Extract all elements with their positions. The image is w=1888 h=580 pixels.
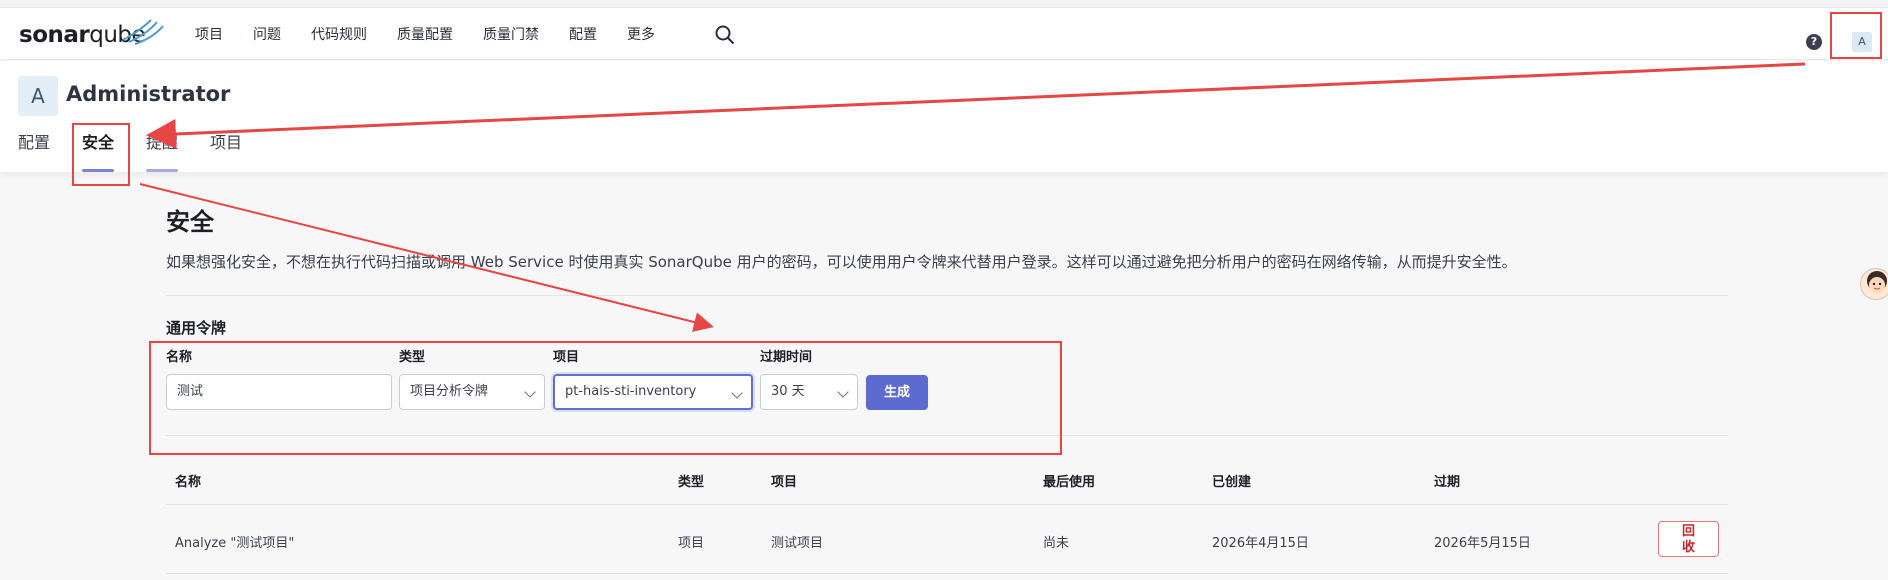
account-header: A Administrator 配置 安全 提醒 项目 bbox=[0, 61, 1888, 172]
nav-item-projects[interactable]: 项目 bbox=[195, 24, 223, 44]
token-name-label: 名称 bbox=[166, 350, 193, 365]
tokens-section-title: 通用令牌 bbox=[166, 319, 227, 337]
sonarqube-logo[interactable]: sonarqube bbox=[19, 19, 164, 50]
revoke-token-button[interactable]: 回 收 bbox=[1658, 521, 1719, 557]
nav-item-quality-profiles[interactable]: 质量配置 bbox=[397, 24, 453, 44]
tab-notifications[interactable]: 提醒 bbox=[146, 131, 179, 172]
user-avatar-menu[interactable]: A bbox=[1852, 32, 1872, 52]
token-project-label: 项目 bbox=[553, 350, 580, 365]
token-type-select[interactable]: 项目分析令牌 bbox=[399, 374, 545, 410]
token-name-input[interactable]: 测试 bbox=[166, 374, 392, 410]
page-title: 安全 bbox=[166, 208, 214, 236]
nav-item-issues[interactable]: 问题 bbox=[253, 24, 281, 44]
main-nav: 项目 问题 代码规则 质量配置 质量门禁 配置 更多 bbox=[195, 8, 685, 60]
user-name: Administrator bbox=[66, 82, 231, 106]
tab-projects[interactable]: 项目 bbox=[210, 131, 242, 172]
col-header-type: 类型 bbox=[678, 475, 705, 490]
token-row-last-used: 尚未 bbox=[1043, 536, 1070, 551]
token-row-project: 测试项目 bbox=[771, 536, 824, 551]
nav-item-rules[interactable]: 代码规则 bbox=[311, 24, 367, 44]
token-expiry-select[interactable]: 30 天 bbox=[760, 374, 858, 410]
nav-item-administration[interactable]: 配置 bbox=[569, 24, 597, 44]
logo-text-bold: sonar bbox=[19, 22, 90, 48]
tab-profile[interactable]: 配置 bbox=[18, 131, 50, 172]
token-project-select[interactable]: pt-hais-sti-inventory bbox=[553, 374, 753, 410]
col-header-expires: 过期 bbox=[1434, 475, 1461, 490]
chevron-down-icon bbox=[837, 386, 849, 398]
chevron-down-icon bbox=[731, 387, 743, 399]
account-tabs: 配置 安全 提醒 项目 bbox=[18, 131, 274, 172]
col-header-created: 已创建 bbox=[1212, 475, 1252, 490]
divider bbox=[166, 295, 1728, 296]
chevron-down-icon bbox=[524, 386, 536, 398]
logo-waves-icon bbox=[122, 19, 164, 45]
face-icon bbox=[1867, 271, 1887, 293]
token-row-expires: 2026年5月15日 bbox=[1434, 536, 1531, 551]
token-row-name: Analyze "测试项目" bbox=[175, 536, 295, 551]
browser-top-strip bbox=[0, 0, 1888, 8]
revoke-label-line2: 收 bbox=[1681, 540, 1695, 555]
token-expiry-label: 过期时间 bbox=[760, 350, 813, 365]
user-avatar: A bbox=[18, 76, 58, 116]
token-type-label: 类型 bbox=[399, 350, 426, 365]
col-header-name: 名称 bbox=[175, 475, 202, 490]
search-icon[interactable] bbox=[714, 24, 736, 46]
top-navbar: sonarqube 项目 问题 代码规则 质量配置 质量门禁 配置 更多 ? A bbox=[0, 8, 1888, 60]
col-header-project: 项目 bbox=[771, 475, 798, 490]
token-expiry-value: 30 天 bbox=[771, 384, 805, 399]
token-type-value: 项目分析令牌 bbox=[410, 384, 489, 399]
security-description: 如果想强化安全，不想在执行代码扫描或调用 Web Service 时使用真实 S… bbox=[166, 253, 1517, 271]
token-row-type: 项目 bbox=[678, 536, 705, 551]
help-icon[interactable]: ? bbox=[1806, 34, 1822, 50]
divider bbox=[166, 435, 1728, 436]
generate-token-button[interactable]: 生成 bbox=[866, 375, 928, 410]
assistant-avatar-icon[interactable] bbox=[1860, 268, 1888, 300]
revoke-label-line1: 回 bbox=[1681, 524, 1695, 539]
nav-item-more[interactable]: 更多 bbox=[627, 24, 655, 44]
tab-security[interactable]: 安全 bbox=[82, 131, 115, 172]
col-header-last-used: 最后使用 bbox=[1043, 475, 1096, 490]
token-row-created: 2026年4月15日 bbox=[1212, 536, 1309, 551]
divider bbox=[166, 504, 1728, 505]
token-project-value: pt-hais-sti-inventory bbox=[565, 384, 697, 399]
nav-item-quality-gates[interactable]: 质量门禁 bbox=[483, 24, 539, 44]
divider bbox=[166, 573, 1728, 574]
